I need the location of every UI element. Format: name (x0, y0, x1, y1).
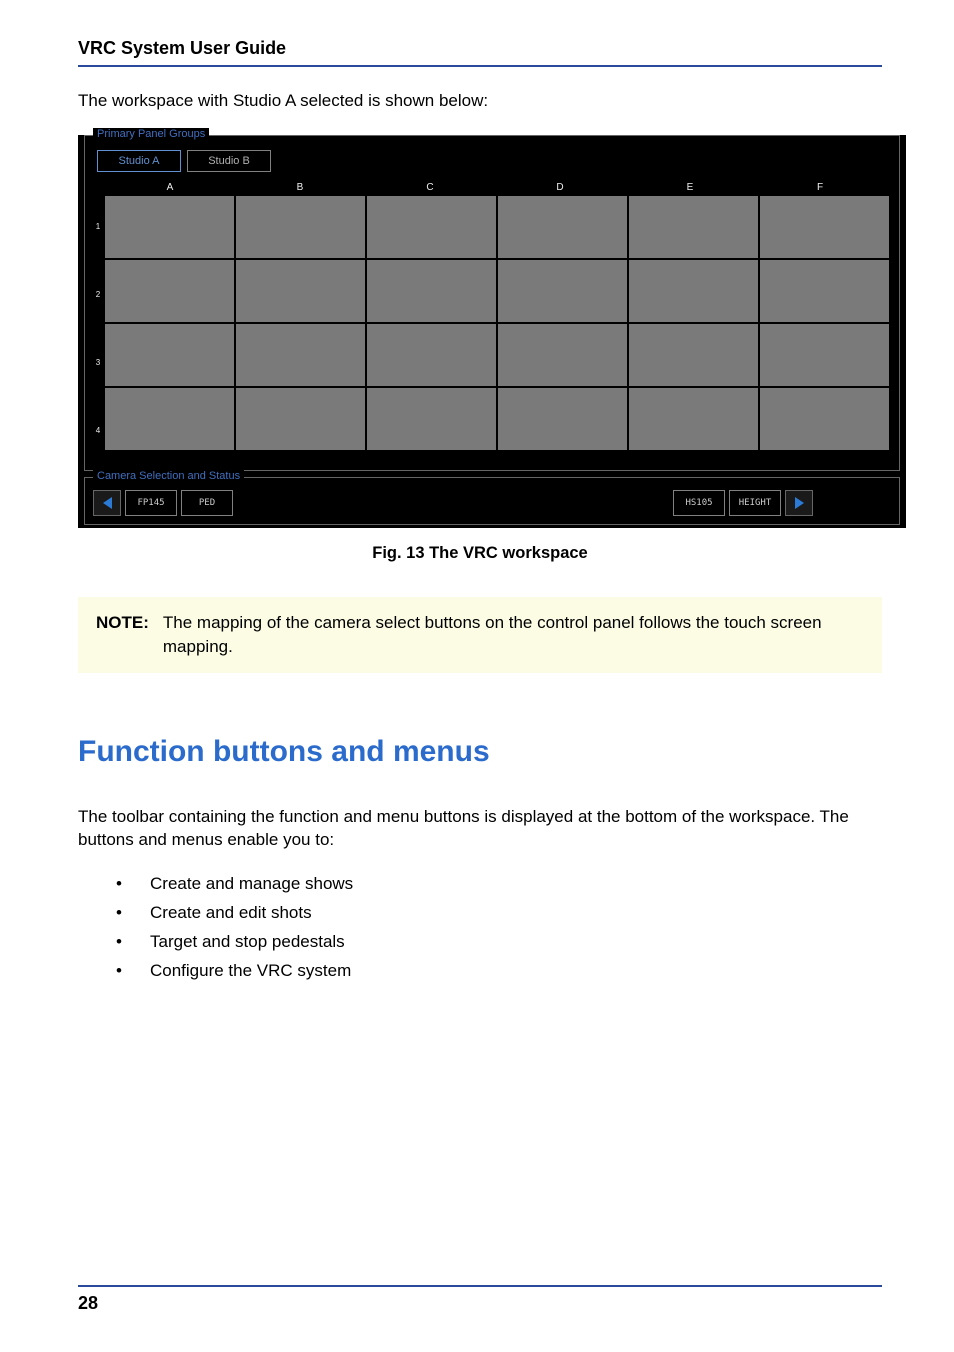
arrow-right-icon (795, 497, 804, 509)
grid-cell[interactable] (236, 324, 365, 386)
col-header-f: F (755, 178, 885, 196)
grid-cell[interactable] (498, 260, 627, 322)
grid-row (105, 388, 893, 450)
bullet-list: Create and manage shows Create and edit … (116, 870, 882, 986)
grid-cell[interactable] (760, 324, 889, 386)
panel-grid: 1 2 3 4 A B C D E F (91, 178, 893, 464)
primary-panel-groups-section: Primary Panel Groups Studio A Studio B 1… (84, 135, 900, 471)
document-header: VRC System User Guide (78, 38, 882, 67)
grid-row (105, 260, 893, 322)
grid-cell[interactable] (105, 324, 234, 386)
note-text: The mapping of the camera select buttons… (163, 611, 864, 659)
col-header-c: C (365, 178, 495, 196)
grid-cell[interactable] (367, 388, 496, 450)
grid-cell[interactable] (629, 388, 758, 450)
grid-cell[interactable] (367, 196, 496, 258)
col-header-a: A (105, 178, 235, 196)
grid-cell[interactable] (236, 196, 365, 258)
studio-tab-row: Studio A Studio B (91, 150, 893, 172)
grid-cell[interactable] (105, 196, 234, 258)
figure-caption: Fig. 13 The VRC workspace (78, 544, 882, 563)
workspace-screenshot: Primary Panel Groups Studio A Studio B 1… (78, 135, 906, 528)
grid-cell[interactable] (105, 388, 234, 450)
grid-cell[interactable] (498, 324, 627, 386)
grid-cell[interactable] (236, 260, 365, 322)
grid-cell[interactable] (367, 260, 496, 322)
grid-cell[interactable] (498, 388, 627, 450)
col-header-b: B (235, 178, 365, 196)
grid-cell[interactable] (629, 260, 758, 322)
section-heading: Function buttons and menus (78, 735, 882, 769)
camera-button-ped[interactable]: PED (181, 490, 233, 516)
row-label-3: 3 (91, 328, 105, 396)
list-item: Create and manage shows (116, 870, 882, 899)
body-paragraph: The toolbar containing the function and … (78, 805, 882, 853)
grid-cell[interactable] (760, 388, 889, 450)
grid-cell[interactable] (760, 196, 889, 258)
grid-cell[interactable] (629, 324, 758, 386)
list-item: Target and stop pedestals (116, 928, 882, 957)
next-button[interactable] (785, 490, 813, 516)
page-footer: 28 (78, 1285, 882, 1314)
col-header-e: E (625, 178, 755, 196)
camera-button-fp145[interactable]: FP145 (125, 490, 177, 516)
row-label-1: 1 (91, 192, 105, 260)
ppg-legend: Primary Panel Groups (93, 128, 209, 140)
row-label-4: 4 (91, 396, 105, 464)
grid-row (105, 196, 893, 258)
page-number: 28 (78, 1293, 98, 1313)
prev-button[interactable] (93, 490, 121, 516)
css-legend: Camera Selection and Status (93, 470, 244, 482)
camera-button-height[interactable]: HEIGHT (729, 490, 781, 516)
note-box: NOTE: The mapping of the camera select b… (78, 597, 882, 673)
col-header-d: D (495, 178, 625, 196)
grid-cell[interactable] (498, 196, 627, 258)
note-label: NOTE: (96, 611, 149, 659)
arrow-left-icon (103, 497, 112, 509)
camera-selection-section: Camera Selection and Status FP145 PED HS… (84, 477, 900, 525)
grid-cell[interactable] (367, 324, 496, 386)
intro-paragraph: The workspace with Studio A selected is … (78, 91, 882, 111)
grid-cell[interactable] (105, 260, 234, 322)
grid-row (105, 324, 893, 386)
row-label-2: 2 (91, 260, 105, 328)
tab-studio-a[interactable]: Studio A (97, 150, 181, 172)
tab-studio-b[interactable]: Studio B (187, 150, 271, 172)
list-item: Configure the VRC system (116, 957, 882, 986)
camera-button-hs105[interactable]: HS105 (673, 490, 725, 516)
grid-cell[interactable] (629, 196, 758, 258)
list-item: Create and edit shots (116, 899, 882, 928)
grid-cell[interactable] (236, 388, 365, 450)
grid-cell[interactable] (760, 260, 889, 322)
